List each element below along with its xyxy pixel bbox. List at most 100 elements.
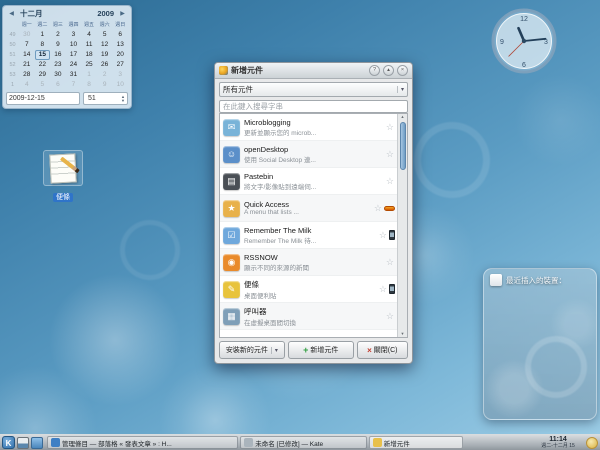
shade-button[interactable]: ▴ [383, 65, 394, 76]
calendar-year-label[interactable]: 2009 [97, 9, 114, 18]
volume-icon[interactable] [493, 437, 504, 448]
taskbar-clock[interactable]: 11:14 週二-十二月 15 [532, 436, 584, 449]
favorite-star-icon[interactable]: ☆ [374, 203, 382, 214]
taskbar-task[interactable]: 新增元件 [368, 436, 463, 449]
prev-month-icon[interactable]: ◀ [7, 10, 16, 17]
favorite-star-icon[interactable]: ☆ [386, 176, 394, 187]
favorite-star-icon[interactable]: ☆ [379, 284, 387, 295]
calendar-day[interactable]: 8 [81, 80, 97, 90]
calendar-day[interactable]: 28 [19, 70, 35, 80]
widget-title: 便條 [244, 279, 259, 289]
widget-list-item[interactable]: ▤ Pastebin 將文字/影像貼到遠端伺... ☆ [220, 168, 397, 195]
dialog-titlebar[interactable]: 新增元件 ? ▴ × [215, 63, 412, 79]
install-new-widgets-button[interactable]: 安裝新的元件 ▾ [219, 341, 285, 359]
list-scrollbar[interactable]: ▲ ▼ [397, 114, 407, 337]
calendar-day[interactable]: 20 [112, 50, 128, 60]
calendar-day[interactable]: 6 [50, 80, 66, 90]
calendar-day[interactable]: 29 [35, 70, 51, 80]
calendar-widget: ◀ 十二月 2009 ▶ 週一 週二 週三 週四 週五 週六 週日 49 30 1 2 3 4 5 6 50 7… [2, 5, 132, 109]
favorite-star-icon[interactable]: ☆ [386, 122, 394, 133]
calendar-day[interactable]: 2 [50, 30, 66, 40]
calendar-day[interactable]: 7 [66, 80, 82, 90]
calendar-day[interactable]: 30 [19, 30, 35, 40]
calendar-day[interactable]: 30 [50, 70, 66, 80]
desktop-note-icon[interactable]: 便條 [40, 150, 86, 204]
calendar-day[interactable]: 1 [81, 70, 97, 80]
help-button[interactable]: ? [369, 65, 380, 76]
device-notifier-launcher-icon[interactable] [17, 436, 29, 449]
calendar-day[interactable]: 13 [112, 40, 128, 50]
klipper-icon[interactable] [467, 437, 478, 448]
calendar-day[interactable]: 8 [35, 40, 51, 50]
calendar-day[interactable]: 19 [97, 50, 113, 60]
analog-clock-widget[interactable]: 12 3 6 9 [489, 6, 559, 76]
taskbar-task[interactable]: 未命名 [已修改] — Kate [240, 436, 367, 449]
calendar-day[interactable]: 21 [19, 60, 35, 70]
calendar-day[interactable]: 3 [112, 70, 128, 80]
calendar-day[interactable]: 5 [97, 30, 113, 40]
opendesktop-icon: ☺ [223, 145, 240, 163]
calendar-day[interactable]: 14 [19, 50, 35, 60]
scrollbar-thumb[interactable] [399, 122, 406, 170]
spin-down-icon[interactable]: ▼ [121, 98, 125, 103]
install-dropdown-icon[interactable]: ▾ [270, 346, 278, 354]
calendar-day[interactable]: 1 [35, 30, 51, 40]
next-month-icon[interactable]: ▶ [118, 10, 127, 17]
favorite-star-icon[interactable]: ☆ [386, 257, 394, 268]
favorite-star-icon[interactable]: ☆ [386, 311, 394, 322]
calendar-day[interactable]: 6 [112, 30, 128, 40]
widget-list-item[interactable]: ★ Quick Access A menu that lists ... ☆ [220, 195, 397, 222]
battery-icon[interactable] [519, 437, 530, 448]
folder-launcher-icon[interactable] [31, 436, 43, 449]
calendar-day[interactable]: 12 [97, 40, 113, 50]
add-widget-button[interactable]: + 新增元件 [287, 341, 354, 359]
panel-cashew-icon[interactable] [586, 436, 598, 449]
calendar-day[interactable]: 11 [81, 40, 97, 50]
calendar-day[interactable]: 25 [81, 60, 97, 70]
calendar-day[interactable]: 4 [19, 80, 35, 90]
network-icon[interactable] [506, 437, 517, 448]
im-status-icon[interactable] [480, 437, 491, 448]
clock-number-12: 12 [520, 16, 528, 23]
date-input[interactable] [6, 92, 80, 105]
taskbar-task[interactable]: 管理條目 — 部落格 « 發表文章 » : H... [47, 436, 239, 449]
browser-task-icon [51, 438, 60, 447]
calendar-day[interactable]: 4 [81, 30, 97, 40]
calendar-month-label[interactable]: 十二月 [20, 8, 43, 19]
close-window-button[interactable]: × [397, 65, 408, 76]
calendar-day[interactable]: 10 [112, 80, 128, 90]
widget-list-item[interactable]: ✉ Microblogging 更新並顯示您的 microb... ☆ [220, 114, 397, 141]
calendar-day[interactable]: 22 [35, 60, 51, 70]
calendar-day[interactable]: 9 [50, 40, 66, 50]
widget-list-item[interactable]: ▦ 呼叫器 在虛擬桌面間切換 ☆ [220, 303, 397, 330]
calendar-day[interactable]: 10 [66, 40, 82, 50]
favorite-star-icon[interactable]: ☆ [386, 149, 394, 160]
calendar-day[interactable]: 16 [50, 50, 66, 60]
favorite-star-icon[interactable]: ☆ [379, 230, 387, 241]
calendar-day[interactable]: 7 [19, 40, 35, 50]
scroll-down-icon[interactable]: ▼ [401, 331, 405, 337]
calendar-day[interactable]: 24 [66, 60, 82, 70]
category-filter-dropdown[interactable]: 所有元件 ▾ [219, 82, 408, 97]
widget-search-input[interactable] [219, 100, 408, 113]
widget-list-item[interactable]: ☑ Remember The Milk Remember The Milk 待.… [220, 222, 397, 249]
week-spinbox[interactable]: 51 ▲ ▼ [83, 92, 128, 105]
calendar-day[interactable]: 17 [66, 50, 82, 60]
calendar-day[interactable]: 18 [81, 50, 97, 60]
calendar-day[interactable]: 27 [112, 60, 128, 70]
calendar-day[interactable]: 31 [66, 70, 82, 80]
calendar-day[interactable]: 23 [50, 60, 66, 70]
calendar-day[interactable]: 5 [35, 80, 51, 90]
calendar-day[interactable]: 3 [66, 30, 82, 40]
close-button[interactable]: × 關閉(C) [356, 341, 408, 359]
widget-list-item[interactable]: ☺ openDesktop 使用 Social Desktop 連... ☆ [220, 141, 397, 168]
widget-list-item[interactable]: ◉ RSSNOW 顯示不同的來源的新聞 ☆ [220, 249, 397, 276]
calendar-day[interactable]: 26 [97, 60, 113, 70]
widget-subtitle: Remember The Milk 待... [244, 237, 317, 245]
kmenu-button[interactable]: K [2, 436, 15, 449]
calendar-day[interactable]: 15 [34, 50, 51, 60]
calendar-day[interactable]: 9 [97, 80, 113, 90]
widget-list-item[interactable]: ✎ 便條 桌面便利貼 ☆ [220, 276, 397, 303]
device-icon [490, 274, 502, 286]
calendar-day[interactable]: 2 [97, 70, 113, 80]
